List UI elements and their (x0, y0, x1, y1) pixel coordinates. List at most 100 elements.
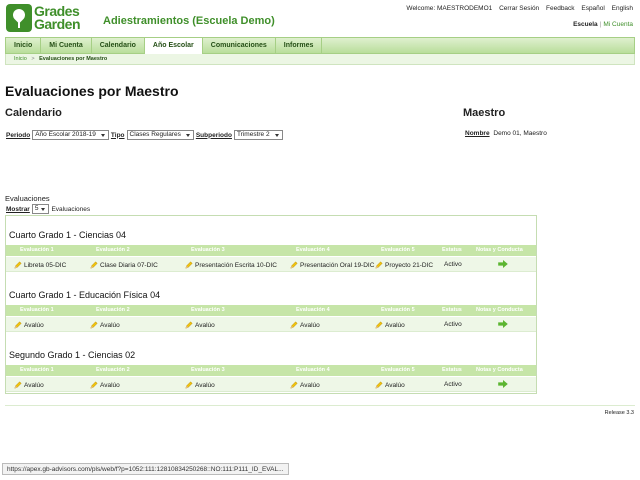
tab-ano-escolar[interactable]: Año Escolar (144, 38, 203, 54)
pencil-icon (185, 381, 193, 389)
tipo-select[interactable]: Clases Regulares (126, 130, 194, 140)
breadcrumb-sep: > (31, 56, 35, 62)
pencil-icon (375, 321, 383, 329)
column-header: Evaluación 2 (96, 247, 130, 253)
tab-mi-cuenta[interactable]: Mi Cuenta (41, 38, 92, 53)
periodo-select[interactable]: Año Escolar 2018-19 (32, 130, 109, 140)
evaluation-cell[interactable]: Avalúo (375, 321, 405, 329)
column-header: Evaluación 3 (191, 247, 225, 253)
evaluation-cell[interactable]: Avalúo (375, 381, 405, 389)
column-header: Evaluación 3 (191, 367, 225, 373)
column-header-row: Evaluación 1 Evaluación 2 Evaluación 3 Eval… (6, 365, 536, 376)
tab-comunicaciones[interactable]: Comunicaciones (203, 38, 276, 53)
pencil-icon (290, 381, 298, 389)
mostrar-select[interactable]: 5 (31, 204, 50, 214)
mostrar-suffix: Evaluaciones (51, 205, 91, 213)
leaf-logo-icon (6, 4, 32, 32)
periodo-label: Periodo (6, 131, 31, 139)
pencil-icon (90, 381, 98, 389)
evaluation-cell[interactable]: Clase Diaria 07-DIC (90, 261, 158, 269)
evaluation-label: Libreta 05-DIC (24, 261, 67, 269)
breadcrumb-home[interactable]: Inicio (14, 56, 27, 62)
calendar-filters: Periodo Año Escolar 2018-19 Tipo Clases … (6, 130, 285, 140)
column-header: Evaluación 4 (296, 367, 330, 373)
page-title: Evaluaciones por Maestro (5, 83, 179, 99)
class-title: Segundo Grado 1 - Ciencias 02 (9, 350, 136, 360)
evaluation-label: Avalúo (300, 381, 320, 389)
pencil-icon (14, 381, 22, 389)
evaluation-cell[interactable]: Avalúo (14, 321, 44, 329)
column-header: Notas y Conducta (476, 367, 523, 373)
evaluation-cell[interactable]: Avalúo (14, 381, 44, 389)
evaluation-cell[interactable]: Presentación Oral 19-DIC (290, 261, 374, 269)
column-header: Evaluación 5 (381, 247, 415, 253)
feedback-link[interactable]: Feedback (546, 5, 575, 12)
column-header: Evaluación 5 (381, 367, 415, 373)
breadcrumb: Inicio > Evaluaciones por Maestro (5, 54, 635, 65)
column-header: Evaluación 4 (296, 247, 330, 253)
evaluation-cell[interactable]: Libreta 05-DIC (14, 261, 66, 269)
tab-informes[interactable]: Informes (276, 38, 323, 53)
arrow-right-icon[interactable] (498, 260, 508, 270)
column-header: Estatus (442, 367, 462, 373)
pencil-icon (14, 261, 22, 269)
evaluation-cell[interactable]: Avalúo (90, 381, 120, 389)
table-row: Libreta 05-DIC Clase Diaria 07-DIC Present… (6, 257, 536, 272)
arrow-right-icon[interactable] (498, 320, 508, 330)
column-header: Evaluación 1 (20, 247, 54, 253)
evaluation-cell[interactable]: Avalúo (185, 321, 215, 329)
column-header: Evaluación 2 (96, 307, 130, 313)
table-row: Avalúo Avalúo Avalúo Avalúo Avalúo Activo (6, 377, 536, 392)
my-account-link[interactable]: Mi Cuenta (603, 21, 633, 28)
breadcrumb-current: Evaluaciones por Maestro (39, 56, 108, 62)
column-header: Evaluación 3 (191, 307, 225, 313)
evaluation-label: Presentación Escrita 10-DIC (195, 261, 278, 269)
tab-calendario[interactable]: Calendario (92, 38, 145, 53)
status-text: Activo (444, 381, 462, 388)
evaluation-cell[interactable]: Avalúo (290, 381, 320, 389)
welcome-text: Welcome: MAESTRODEMO1 (406, 5, 493, 12)
status-text: Activo (444, 261, 462, 268)
evaluation-cell[interactable]: Avalúo (290, 321, 320, 329)
table-row: Avalúo Avalúo Avalúo Avalúo Avalúo Activo (6, 317, 536, 332)
spanish-link[interactable]: Español (581, 5, 605, 12)
evaluation-cell[interactable]: Proyecto 21-DIC (375, 261, 433, 269)
pencil-icon (90, 261, 98, 269)
evaluation-cell[interactable]: Presentación Escrita 10-DIC (185, 261, 277, 269)
column-header: Evaluación 1 (20, 367, 54, 373)
column-header: Evaluación 1 (20, 307, 54, 313)
evaluation-cell[interactable]: Avalúo (185, 381, 215, 389)
separator: | (599, 21, 602, 28)
top-links: Welcome: MAESTRODEMO1 Cerrar Sesión Feed… (401, 5, 633, 12)
logo-text: Grades Garden (34, 3, 81, 32)
column-header: Estatus (442, 247, 462, 253)
subperiodo-select[interactable]: Trimestre 2 (233, 130, 283, 140)
evaluation-label: Avalúo (24, 381, 44, 389)
logo[interactable]: Grades Garden (6, 3, 81, 32)
tab-inicio[interactable]: Inicio (6, 38, 42, 53)
context-links: Escuela | Mi Cuenta (573, 21, 633, 28)
school-link[interactable]: Escuela (573, 21, 598, 28)
teacher-name: Demo 01, Maestro (493, 130, 547, 137)
evaluation-cell[interactable]: Avalúo (90, 321, 120, 329)
calendar-section-title: Calendario (5, 107, 62, 119)
arrow-right-icon[interactable] (498, 380, 508, 390)
column-header-row: Evaluación 1 Evaluación 2 Evaluación 3 Eval… (6, 245, 536, 256)
pencil-icon (14, 321, 22, 329)
logout-link[interactable]: Cerrar Sesión (499, 5, 539, 12)
header: Grades Garden Adiestramientos (Escuela D… (0, 0, 640, 38)
column-header: Notas y Conducta (476, 247, 523, 253)
pencil-icon (375, 261, 383, 269)
evaluation-label: Avalúo (100, 321, 120, 329)
evaluation-label: Avalúo (385, 381, 405, 389)
pencil-icon (290, 261, 298, 269)
app-title: Adiestramientos (Escuela Demo) (103, 15, 275, 27)
pencil-icon (290, 321, 298, 329)
subperiodo-label: Subperiodo (195, 131, 232, 139)
english-link[interactable]: English (612, 5, 633, 12)
column-header: Notas y Conducta (476, 307, 523, 313)
status-bar-url: https://apex.gb-advisors.com/pls/web/f?p… (2, 463, 289, 475)
pencil-icon (90, 321, 98, 329)
evaluation-label: Avalúo (24, 321, 44, 329)
mostrar-label: Mostrar (6, 205, 30, 213)
